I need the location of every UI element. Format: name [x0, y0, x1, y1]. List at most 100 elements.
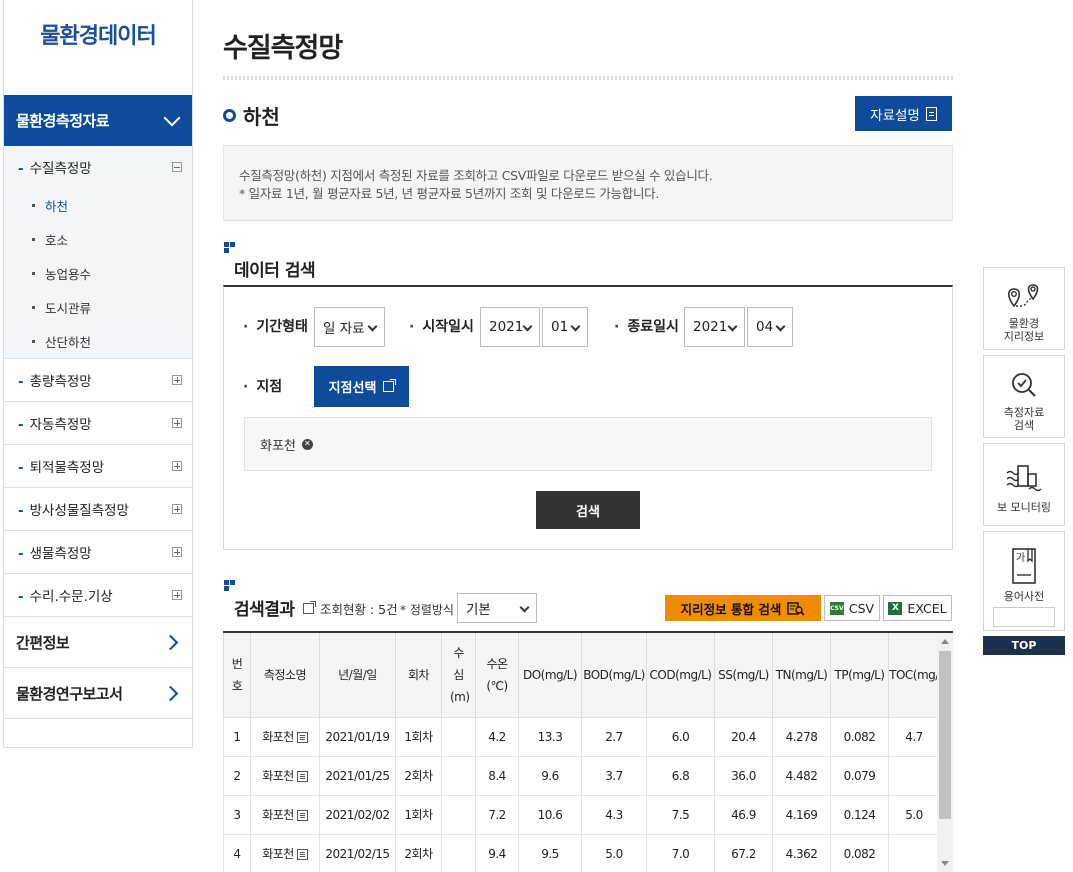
- table-scrollbar[interactable]: [937, 633, 953, 872]
- results-heading: 검색결과: [234, 600, 295, 620]
- detail-doc-icon[interactable]: [296, 732, 308, 743]
- cell-station[interactable]: 화포천: [250, 755, 320, 796]
- cell-depth: [441, 716, 476, 757]
- leaf-urban-stream[interactable]: 도시관류: [4, 290, 192, 324]
- col-header-date: 년/월/일: [319, 633, 396, 718]
- menu-research-reports[interactable]: 물환경연구보고서: [4, 668, 192, 719]
- cell-toc: [888, 755, 940, 796]
- table-row: 4 화포천 2021/02/15 2회차 9.4 9.5 5.0 7.0 67.2 4.362 0.…: [223, 833, 940, 872]
- col-header-toc: TOC(mg/: [888, 633, 940, 718]
- end-month-select[interactable]: 04: [747, 307, 793, 347]
- geo-integrated-search-button[interactable]: 지리정보 통합 검색: [665, 595, 821, 621]
- menu-water-env-data[interactable]: 물환경측정자료: [4, 95, 192, 146]
- expand-icon[interactable]: [172, 461, 182, 471]
- cell-tp: 0.124: [830, 794, 889, 835]
- excel-icon: X: [888, 601, 903, 615]
- data-description-button[interactable]: 자료설명: [855, 96, 952, 131]
- submenu-total-load[interactable]: - 총량측정망: [4, 359, 192, 402]
- detail-doc-icon[interactable]: [296, 771, 308, 782]
- submenu-bio[interactable]: - 생물측정망: [4, 531, 192, 574]
- download-excel-button[interactable]: X EXCEL: [883, 595, 952, 621]
- cell-round: 1회차: [395, 794, 442, 835]
- expand-icon[interactable]: [172, 375, 182, 385]
- cell-depth: [441, 755, 476, 796]
- select-site-button[interactable]: 지점선택: [314, 366, 409, 407]
- cell-station[interactable]: 화포천: [250, 833, 320, 872]
- sort-select[interactable]: 기본: [457, 593, 537, 623]
- cell-do: 9.6: [518, 755, 582, 796]
- cell-temp: 4.2: [475, 716, 519, 757]
- cell-no: 3: [223, 794, 251, 835]
- submenu-auto[interactable]: - 자동측정망: [4, 402, 192, 445]
- chevron-down-icon: [163, 109, 181, 126]
- quick-data-search[interactable]: 측정자료 검색: [983, 355, 1065, 438]
- expand-icon[interactable]: [172, 418, 182, 428]
- quick-geo-info[interactable]: 물환경 지리정보: [983, 267, 1065, 350]
- submenu-radioactive[interactable]: - 방사성물질측정망: [4, 488, 192, 531]
- submenu-hydro[interactable]: - 수리.수문.기상: [4, 574, 192, 617]
- chevron-down-icon: [519, 602, 530, 613]
- scroll-top-button[interactable]: TOP: [983, 636, 1065, 655]
- scroll-down-icon[interactable]: [941, 861, 949, 866]
- site-logo[interactable]: 물환경데이터: [4, 0, 192, 95]
- cell-temp: 7.2: [475, 794, 519, 835]
- site-chip: 화포천: [260, 438, 296, 454]
- col-header-ss: SS(mg/L): [714, 633, 773, 718]
- menu-label: 물환경측정자료: [16, 112, 110, 130]
- cell-temp: 9.4: [475, 833, 519, 872]
- quick-glossary[interactable]: 가 용어사전: [983, 531, 1065, 631]
- csv-icon: CSV: [829, 601, 844, 615]
- bullet-icon: [32, 203, 35, 207]
- cell-tp: 0.082: [830, 716, 889, 757]
- cell-ss: 36.0: [714, 755, 773, 796]
- leaf-lake[interactable]: 호소: [4, 222, 192, 256]
- collapse-icon[interactable]: [172, 162, 182, 172]
- cell-temp: 8.4: [475, 755, 519, 796]
- external-link-icon: [383, 379, 397, 392]
- scroll-up-icon[interactable]: [941, 639, 949, 644]
- download-csv-button[interactable]: CSV CSV: [824, 595, 880, 621]
- table-row: 3 화포천 2021/02/02 1회차 7.2 10.6 4.3 7.5 46.9 4.169 0…: [223, 794, 940, 835]
- table-row: 1 화포천 2021/01/19 1회차 4.2 13.3 2.7 6.0 20.4 4.278 0…: [223, 716, 940, 757]
- submenu-sediment[interactable]: - 퇴적물측정망: [4, 445, 192, 488]
- period-type-select[interactable]: 일 자료: [314, 307, 385, 347]
- leaf-agri-water[interactable]: 농업용수: [4, 256, 192, 290]
- start-month-select[interactable]: 01: [542, 307, 588, 347]
- quick-weir-monitoring[interactable]: 보 모니터링: [983, 443, 1065, 526]
- end-year-select[interactable]: 2021: [684, 307, 745, 347]
- expand-icon[interactable]: [172, 504, 182, 514]
- cell-station[interactable]: 화포천: [250, 794, 320, 835]
- cell-tn: 4.482: [772, 755, 831, 796]
- bullet-icon: [32, 237, 35, 241]
- glossary-search-input[interactable]: [993, 607, 1055, 627]
- external-link-icon[interactable]: [303, 601, 316, 614]
- sort-label: * 정렬방식: [400, 603, 454, 617]
- submenu-header-water-quality[interactable]: - 수질측정망: [4, 146, 192, 188]
- detail-doc-icon[interactable]: [296, 810, 308, 821]
- heading-bullet-icon: [224, 580, 236, 592]
- search-button[interactable]: 검색: [536, 491, 640, 529]
- menu-simple-info[interactable]: 간편정보: [4, 617, 192, 668]
- cell-cod: 6.0: [646, 716, 715, 757]
- col-header-tp: TP(mg/L): [830, 633, 889, 718]
- expand-icon[interactable]: [172, 547, 182, 557]
- end-date-label: 종료일시: [614, 316, 679, 336]
- detail-doc-icon[interactable]: [296, 849, 308, 860]
- bullet-icon: [32, 271, 35, 275]
- scroll-thumb[interactable]: [939, 651, 951, 819]
- results-table-container[interactable]: 번호 측정소명 년/월/일 회차 수심(m) 수온(℃) DO(mg/L) BO…: [223, 631, 953, 872]
- cell-station[interactable]: 화포천: [250, 716, 320, 757]
- remove-site-icon[interactable]: ✕: [301, 438, 313, 450]
- start-date-label: 시작일시: [409, 316, 474, 336]
- cell-do: 10.6: [518, 794, 582, 835]
- cell-toc: [888, 833, 940, 872]
- cell-ss: 67.2: [714, 833, 773, 872]
- leaf-industrial-stream[interactable]: 산단하천: [4, 324, 192, 358]
- chevron-right-icon: [162, 634, 179, 650]
- col-header-round: 회차: [395, 633, 442, 718]
- expand-icon[interactable]: [172, 590, 182, 600]
- cell-round: 1회차: [395, 716, 442, 757]
- cell-bod: 4.3: [581, 794, 647, 835]
- leaf-river[interactable]: 하천: [4, 188, 192, 222]
- start-year-select[interactable]: 2021: [480, 307, 540, 347]
